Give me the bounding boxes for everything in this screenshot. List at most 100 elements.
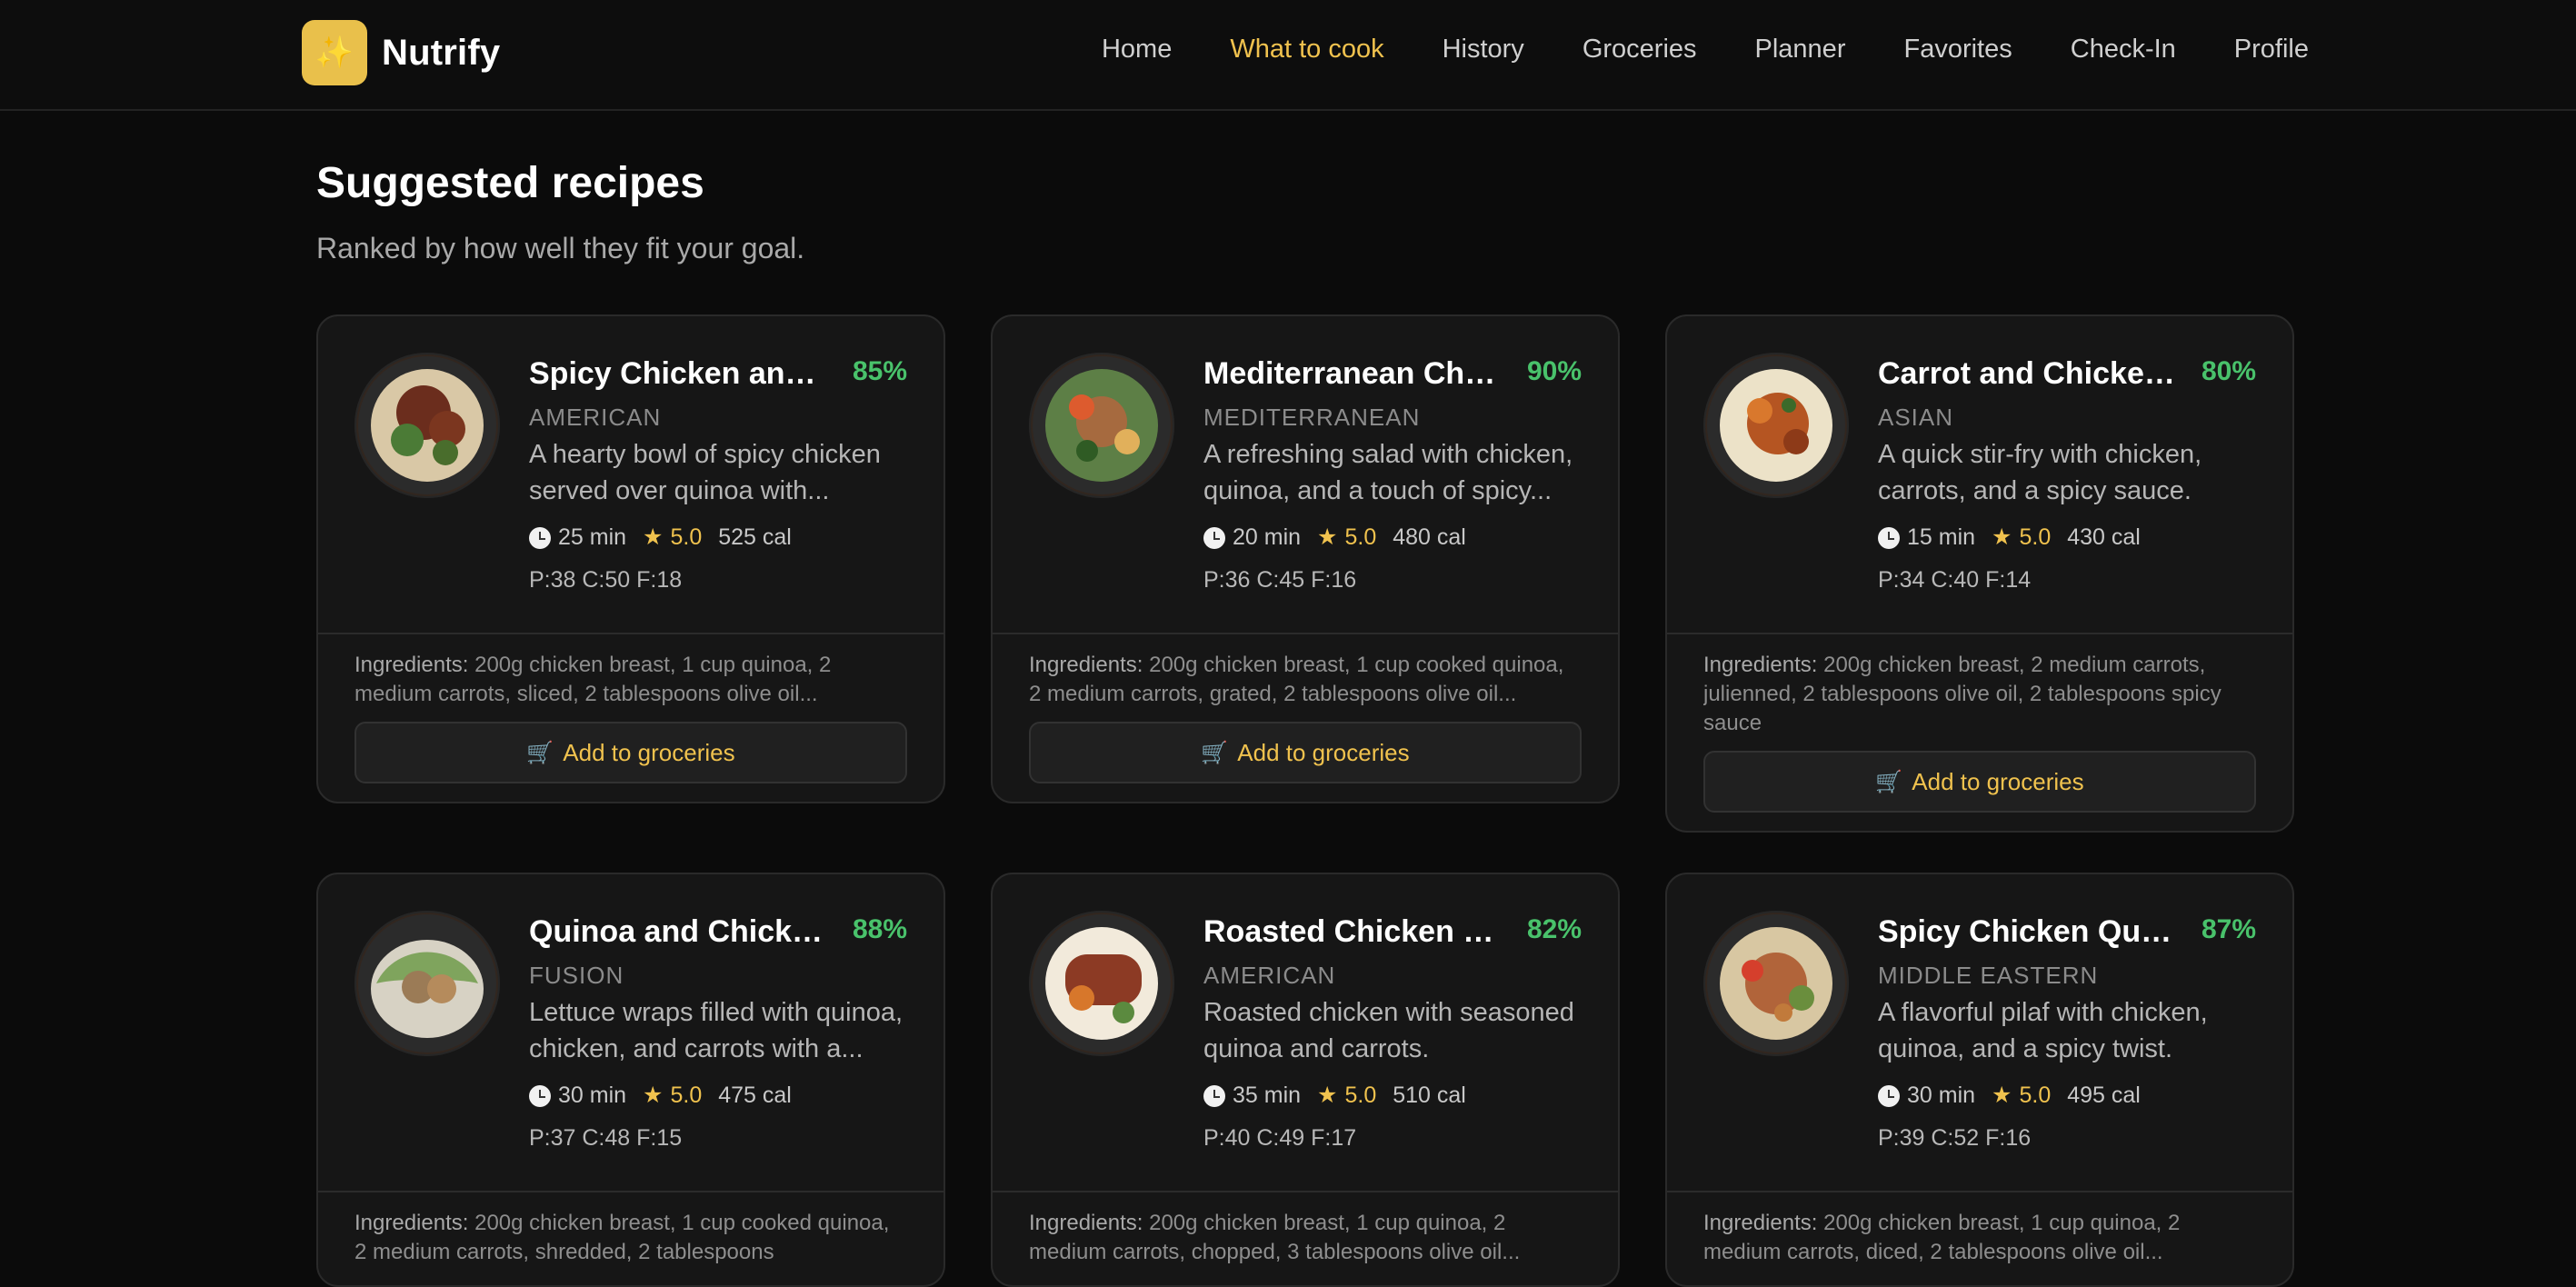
recipe-cuisine: FUSION [529, 962, 624, 989]
ingredients-label: Ingredients: [354, 1211, 469, 1235]
clock-icon [1203, 526, 1225, 549]
recipe-card-bottom: Ingredients: 200g chicken breast, 1 cup … [318, 633, 944, 802]
recipe-description: A flavorful pilaf with chicken, quinoa, … [1878, 998, 2208, 1063]
recipe-ingredients: Ingredients: 200g chicken breast, 1 cup … [1703, 1209, 2256, 1267]
recipe-calories: 475 cal [718, 1082, 792, 1108]
recipe-image [1029, 911, 1174, 1056]
match-score: 82% [1526, 914, 1582, 944]
match-score: 88% [852, 914, 907, 944]
recipe-time-value: 30 min [1907, 1082, 1976, 1108]
nav-what-to-cook[interactable]: What to cook [1230, 35, 1383, 65]
recipe-time-value: 25 min [558, 524, 627, 550]
recipe-card[interactable]: Roasted Chicken an... 82% AMERICAN Roast… [991, 873, 1620, 1287]
ingredients-label: Ingredients: [1703, 1211, 1818, 1235]
recipe-card[interactable]: Quinoa and Chicken... 88% FUSION Lettuce… [316, 873, 945, 1287]
match-score: 90% [1526, 356, 1582, 386]
recipe-title[interactable]: Roasted Chicken an... [1203, 914, 1503, 950]
recipe-title[interactable]: Spicy Chicken and ... [529, 356, 829, 392]
add-to-groceries-button[interactable]: 🛒 Add to groceries [1703, 751, 2256, 813]
nav-planner[interactable]: Planner [1755, 35, 1846, 65]
page-title: Suggested recipes [316, 159, 704, 207]
recipe-description: Roasted chicken with seasoned quinoa and… [1203, 998, 1574, 1063]
recipe-title[interactable]: Spicy Chicken Quin... [1878, 914, 2178, 950]
brand[interactable]: ✨ Nutrify [302, 20, 500, 85]
star-icon: ★ [1992, 1082, 2012, 1108]
ingredients-label: Ingredients: [1703, 653, 1818, 677]
recipe-title[interactable]: Quinoa and Chicken... [529, 914, 829, 950]
recipe-stats: 35 min ★ 5.0 510 cal [1203, 1082, 1466, 1109]
recipe-title[interactable]: Carrot and Chicken ... [1878, 356, 2178, 392]
cart-icon: 🛒 [1201, 740, 1229, 765]
recipe-image [354, 911, 500, 1056]
recipe-calories: 430 cal [2067, 524, 2141, 550]
recipe-card[interactable]: Carrot and Chicken ... 80% ASIAN A quick… [1665, 314, 2294, 833]
match-score: 87% [2201, 914, 2256, 944]
nav-groceries[interactable]: Groceries [1583, 35, 1697, 65]
recipe-ingredients: Ingredients: 200g chicken breast, 1 cup … [1029, 1209, 1582, 1267]
nav-favorites[interactable]: Favorites [1903, 35, 2012, 65]
nav-check-in[interactable]: Check-In [2071, 35, 2176, 65]
add-to-groceries-button[interactable]: 🛒 Add to groceries [354, 722, 907, 783]
star-icon: ★ [1317, 1082, 1338, 1108]
recipe-rating-value: 5.0 [670, 524, 703, 550]
star-icon: ★ [643, 524, 664, 550]
recipe-macros: P:37 C:48 F:15 [529, 1125, 683, 1151]
recipe-title[interactable]: Mediterranean Chic... [1203, 356, 1503, 392]
recipe-stats: 30 min ★ 5.0 495 cal [1878, 1082, 2141, 1109]
recipe-macros: P:36 C:45 F:16 [1203, 567, 1357, 593]
recipe-card-bottom: Ingredients: 200g chicken breast, 2 medi… [1667, 633, 2292, 831]
recipe-rating-value: 5.0 [1344, 1082, 1377, 1108]
recipe-card-bottom: Ingredients: 200g chicken breast, 1 cup … [1667, 1191, 2292, 1285]
sparkles-icon: ✨ [302, 20, 367, 85]
recipe-image-art [1707, 356, 1845, 494]
recipe-macros: P:39 C:52 F:16 [1878, 1125, 2032, 1151]
recipe-image [354, 353, 500, 498]
recipe-rating-value: 5.0 [2019, 1082, 2052, 1108]
recipe-image-art [1033, 914, 1171, 1053]
recipe-calories: 510 cal [1393, 1082, 1466, 1108]
recipe-rating: ★ 5.0 [1992, 524, 2051, 551]
cart-icon: 🛒 [526, 740, 554, 765]
recipe-time-value: 30 min [558, 1082, 627, 1108]
recipe-cuisine: MIDDLE EASTERN [1878, 962, 2099, 989]
recipe-time: 15 min [1878, 524, 1975, 551]
recipe-time-value: 15 min [1907, 524, 1976, 550]
recipe-rating: ★ 5.0 [643, 524, 702, 551]
recipe-card-top: Mediterranean Chic... 90% MEDITERRANEAN … [993, 316, 1618, 633]
nav-home[interactable]: Home [1102, 35, 1172, 65]
recipe-ingredients: Ingredients: 200g chicken breast, 1 cup … [354, 1209, 907, 1267]
main-nav: Home What to cook History Groceries Plan… [1102, 35, 2309, 65]
recipe-image-art [358, 914, 496, 1053]
recipe-stats: 30 min ★ 5.0 475 cal [529, 1082, 792, 1109]
recipe-rating-value: 5.0 [2019, 524, 2052, 550]
recipe-macros: P:40 C:49 F:17 [1203, 1125, 1357, 1151]
recipe-rating: ★ 5.0 [643, 1082, 702, 1109]
recipe-image-art [358, 356, 496, 494]
recipe-cuisine: AMERICAN [1203, 962, 1336, 989]
recipe-card[interactable]: Spicy Chicken and ... 85% AMERICAN A hea… [316, 314, 945, 803]
recipe-rating-value: 5.0 [670, 1082, 703, 1108]
recipe-time: 30 min [529, 1082, 626, 1109]
recipe-card-top: Carrot and Chicken ... 80% ASIAN A quick… [1667, 316, 2292, 633]
recipe-time: 30 min [1878, 1082, 1975, 1109]
recipe-calories: 525 cal [718, 524, 792, 550]
star-icon: ★ [1317, 524, 1338, 550]
match-score: 80% [2201, 356, 2256, 386]
star-icon: ★ [1992, 524, 2012, 550]
recipe-description: A quick stir-fry with chicken, carrots, … [1878, 440, 2202, 505]
recipe-card[interactable]: Mediterranean Chic... 90% MEDITERRANEAN … [991, 314, 1620, 803]
recipe-macros: P:34 C:40 F:14 [1878, 567, 2032, 593]
nav-profile[interactable]: Profile [2234, 35, 2309, 65]
add-to-groceries-label: Add to groceries [1912, 767, 2084, 795]
add-to-groceries-button[interactable]: 🛒 Add to groceries [1029, 722, 1582, 783]
nav-history[interactable]: History [1443, 35, 1524, 65]
recipe-card-bottom: Ingredients: 200g chicken breast, 1 cup … [993, 633, 1618, 802]
add-to-groceries-label: Add to groceries [1237, 738, 1410, 766]
recipe-card-top: Quinoa and Chicken... 88% FUSION Lettuce… [318, 874, 944, 1191]
add-to-groceries-label: Add to groceries [563, 738, 735, 766]
recipe-card-top: Spicy Chicken and ... 85% AMERICAN A hea… [318, 316, 944, 633]
recipe-card[interactable]: Spicy Chicken Quin... 87% MIDDLE EASTERN… [1665, 873, 2294, 1287]
recipe-image-art [1707, 914, 1845, 1053]
recipe-calories: 480 cal [1393, 524, 1466, 550]
cart-icon: 🛒 [1875, 769, 1903, 794]
